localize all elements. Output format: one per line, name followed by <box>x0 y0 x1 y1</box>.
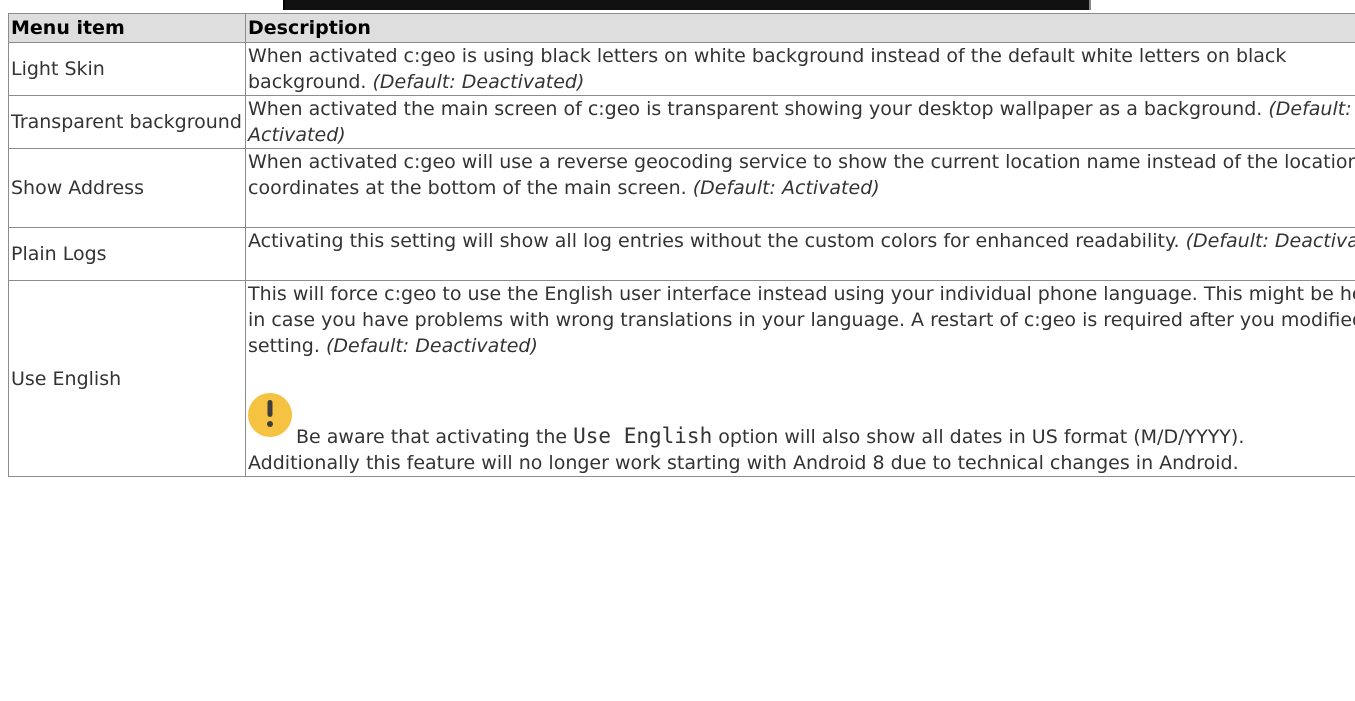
android-note: Additionally this feature will no longer… <box>248 452 1239 474</box>
table-header-row: Menu item Description <box>8 13 1355 43</box>
table-row: Use English This will force c:geo to use… <box>8 280 1355 477</box>
menu-item-cell: Show Address <box>8 148 246 228</box>
table-row: Plain Logs Activating this setting will … <box>8 227 1355 281</box>
description-cell: When activated c:geo is using black lett… <box>245 42 1355 96</box>
description-cell: When activated the main screen of c:geo … <box>245 95 1355 149</box>
header-menu-item: Menu item <box>8 13 246 43</box>
menu-item-cell: Light Skin <box>8 42 246 96</box>
settings-table-container: Menu item Description Light Skin When ac… <box>8 13 1355 477</box>
description-text: Activating this setting will show all lo… <box>248 230 1180 252</box>
description-cell: Activating this setting will show all lo… <box>245 227 1355 281</box>
settings-table: Menu item Description Light Skin When ac… <box>8 13 1355 477</box>
default-value: (Default: Deactivated) <box>1185 230 1355 252</box>
warning-icon <box>248 385 292 443</box>
menu-item-cell: Transparent background <box>8 95 246 149</box>
table-row: Light Skin When activated c:geo is using… <box>8 42 1355 96</box>
default-value: (Default: Deactivated) <box>372 71 585 93</box>
warning-text-after: option will also show all dates in US fo… <box>718 426 1245 448</box>
description-cell: When activated c:geo will use a reverse … <box>245 148 1355 228</box>
default-value: (Default: Activated) <box>692 177 880 199</box>
warning-note: Be aware that activating the Use English… <box>248 385 1355 450</box>
menu-item-cell: Use English <box>8 280 246 477</box>
description-text: When activated the main screen of c:geo … <box>248 98 1263 120</box>
default-value: (Default: Deactivated) <box>325 335 538 357</box>
code-use-english: Use English <box>573 424 713 448</box>
description-cell: This will force c:geo to use the English… <box>245 280 1355 477</box>
cropped-screenshot-image <box>283 0 1091 10</box>
table-row: Show Address When activated c:geo will u… <box>8 148 1355 228</box>
header-description: Description <box>245 13 1355 43</box>
warning-text-before: Be aware that activating the <box>296 426 568 448</box>
table-row: Transparent background When activated th… <box>8 95 1355 149</box>
menu-item-cell: Plain Logs <box>8 227 246 281</box>
